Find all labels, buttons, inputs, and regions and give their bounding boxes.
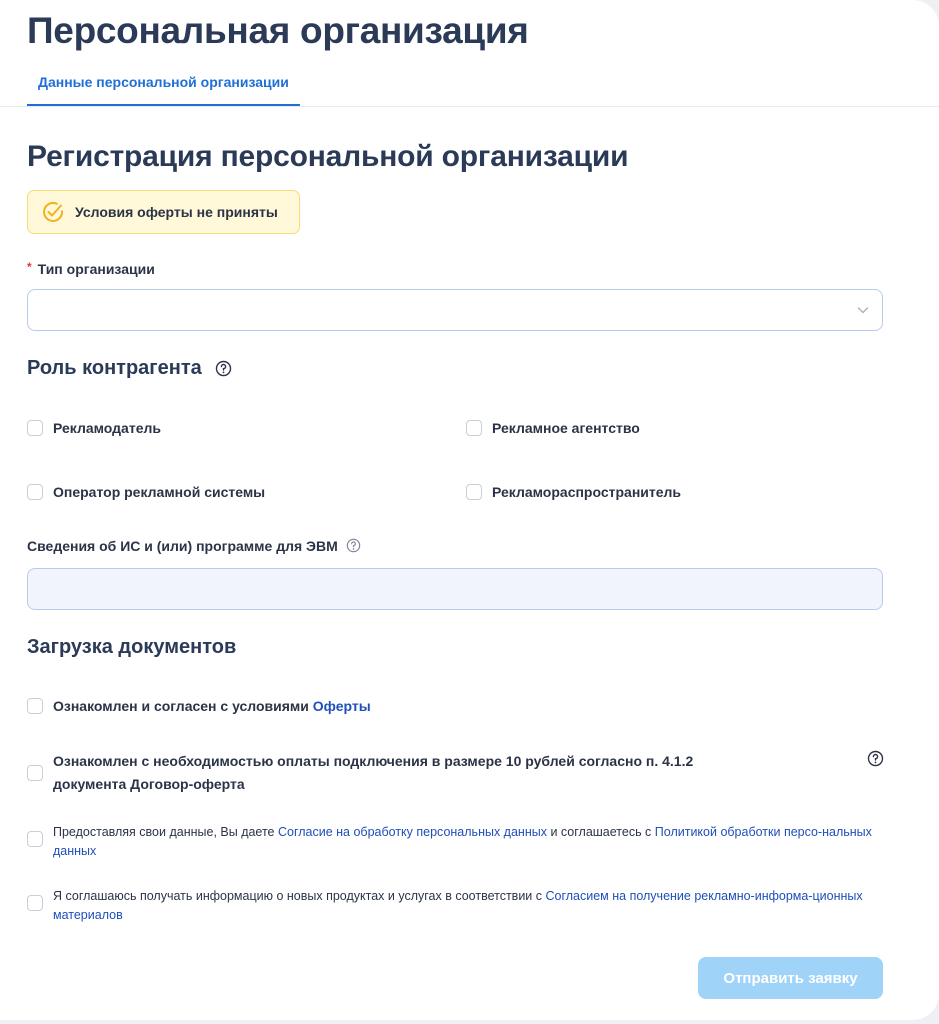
personal-data-consent[interactable]: Предоставляя свои данные, Вы даете Согла… [27,823,877,861]
checkbox-agency[interactable] [466,420,482,436]
check-circle-icon [43,202,64,222]
page-title: Персональная организация [27,10,529,51]
marketing-text: Я соглашаюсь получать информацию о новых… [53,889,546,903]
main-card: Персональная организация Данные персонал… [0,0,939,1020]
org-type-label: * Тип организации [27,260,155,277]
checkbox-personal-data[interactable] [27,831,43,847]
submit-button[interactable]: Отправить заявку [698,957,883,999]
org-type-select[interactable] [27,289,883,331]
checkbox-offer[interactable] [27,698,43,714]
checkbox-label: Рекламное агентство [492,420,640,436]
role-option-operator[interactable]: Оператор рекламной системы [27,481,265,503]
checkbox-advertiser[interactable] [27,420,43,436]
offer-text: Ознакомлен и согласен с условиями [53,698,313,714]
org-type-label-text: Тип организации [37,261,155,277]
checkbox-operator[interactable] [27,484,43,500]
help-icon[interactable] [867,750,884,767]
required-mark: * [27,260,32,274]
role-title-text: Роль контрагента [27,357,202,379]
is-info-label-text: Сведения об ИС и (или) программе для ЭВМ [27,538,338,554]
offer-link[interactable]: Оферты [313,698,371,714]
role-option-distributor[interactable]: Рекламораспространитель [466,481,681,503]
marketing-consent[interactable]: Я соглашаюсь получать информацию о новых… [27,887,877,925]
documents-section-title: Загрузка документов [27,636,237,658]
personal-data-text: и соглашаетесь с [546,825,655,839]
checkbox-marketing[interactable] [27,895,43,911]
offer-agreement[interactable]: Ознакомлен и согласен с условиями Оферты [27,695,371,717]
help-icon[interactable] [346,538,361,553]
form-title: Регистрация персональной организации [27,140,629,173]
status-text: Условия оферты не приняты [75,204,278,220]
checkbox-label: Рекламораспространитель [492,484,682,500]
personal-data-text: Предоставляя свои данные, Вы даете [53,825,278,839]
is-info-input[interactable] [27,568,883,610]
status-badge: Условия оферты не приняты [27,190,300,234]
tab-bar: Данные персональной организации [0,62,939,107]
payment-agreement[interactable]: Ознакомлен с необходимостью оплаты подкл… [27,750,757,796]
role-option-agency[interactable]: Рекламное агентство [466,417,640,439]
consent-link[interactable]: Согласие на обработку персональных данны… [278,825,547,839]
marketing-label: Я соглашаюсь получать информацию о новых… [53,887,877,925]
role-option-advertiser[interactable]: Рекламодатель [27,417,161,439]
help-icon[interactable] [215,360,232,377]
checkbox-label: Оператор рекламной системы [53,484,266,500]
tab-organization-data[interactable]: Данные персональной организации [27,62,300,106]
chevron-down-icon [857,307,869,314]
checkbox-distributor[interactable] [466,484,482,500]
is-info-label: Сведения об ИС и (или) программе для ЭВМ [27,538,361,554]
payment-label: Ознакомлен с необходимостью оплаты подкл… [53,753,694,792]
checkbox-payment[interactable] [27,765,43,781]
personal-data-label: Предоставляя свои данные, Вы даете Согла… [53,823,877,861]
offer-label: Ознакомлен и согласен с условиями Оферты [53,695,371,717]
checkbox-label: Рекламодатель [53,420,161,436]
role-section-title: Роль контрагента [27,357,232,380]
